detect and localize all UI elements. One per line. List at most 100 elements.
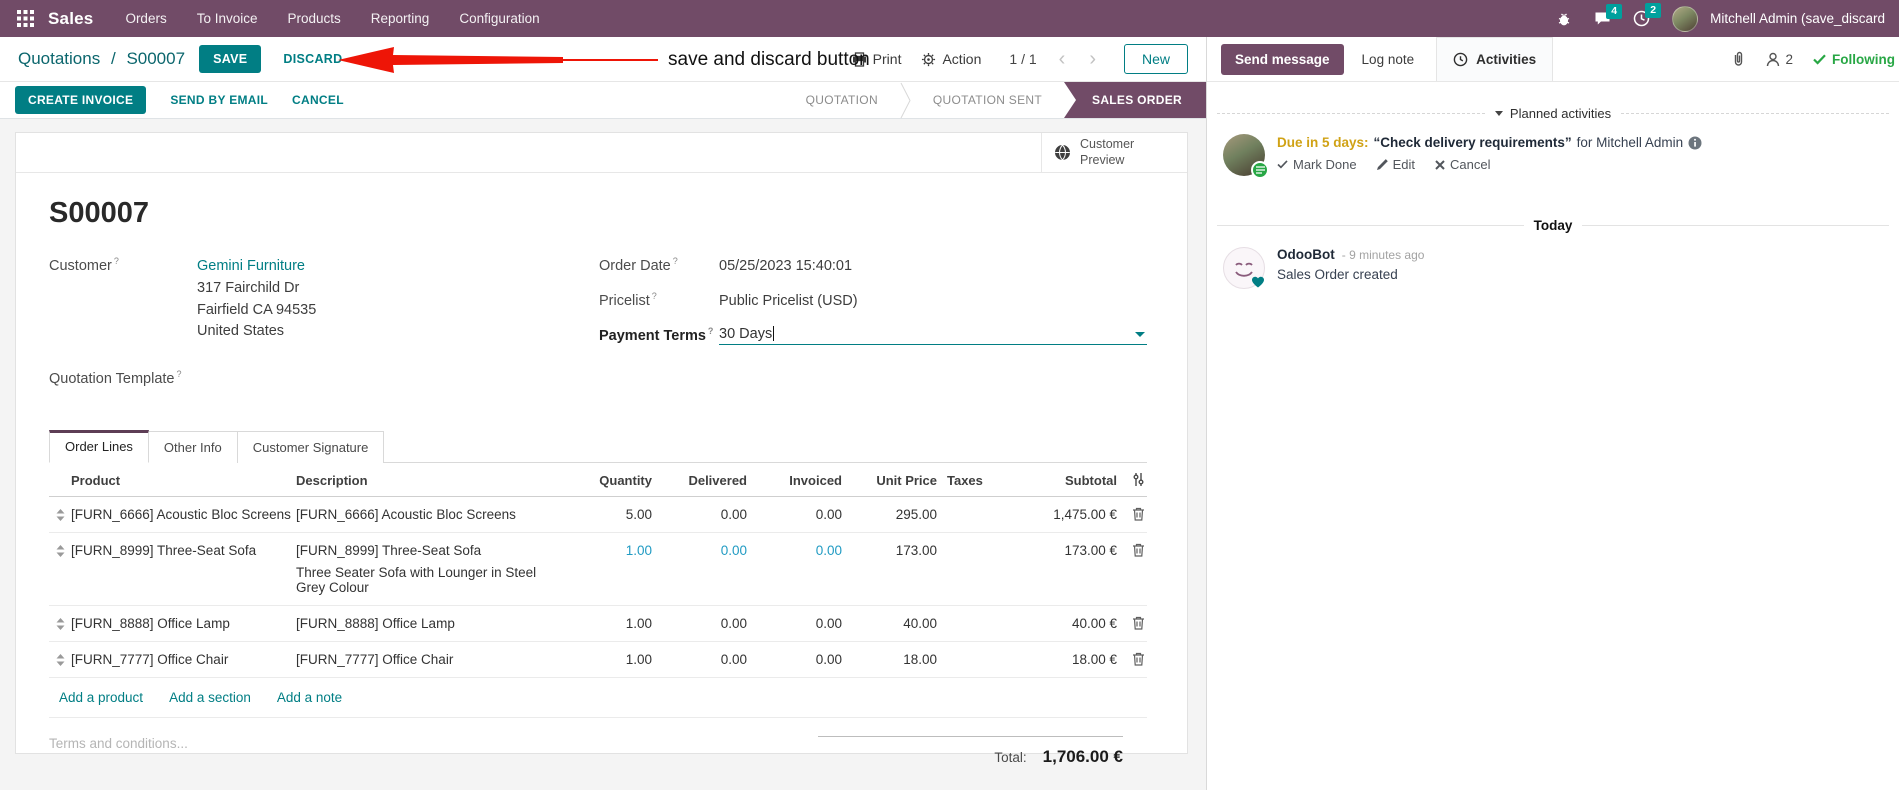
cell-unit-price[interactable]: 40.00 — [842, 616, 937, 631]
planned-activities-toggle[interactable]: Planned activities — [1494, 106, 1611, 121]
discard-button[interactable]: DISCARD — [283, 52, 342, 66]
table-row[interactable]: [FURN_8888] Office Lamp [FURN_8888] Offi… — [49, 606, 1147, 642]
cell-invoiced[interactable]: 0.00 — [747, 543, 842, 558]
activity-clock-icon[interactable]: 2 — [1633, 3, 1662, 27]
activities-tab[interactable]: Activities — [1436, 37, 1554, 81]
cell-subtotal[interactable]: 173.00 € — [999, 543, 1117, 558]
cell-quantity[interactable]: 5.00 — [562, 507, 652, 522]
cell-description[interactable]: [FURN_7777] Office Chair — [296, 652, 562, 667]
delete-row-button[interactable] — [1117, 652, 1147, 666]
cell-subtotal[interactable]: 18.00 € — [999, 652, 1117, 667]
cell-invoiced[interactable]: 0.00 — [747, 616, 842, 631]
col-taxes[interactable]: Taxes — [937, 473, 999, 488]
followers-button[interactable]: 2 — [1766, 52, 1793, 67]
cell-delivered[interactable]: 0.00 — [652, 652, 747, 667]
col-delivered[interactable]: Delivered — [652, 473, 747, 488]
drag-handle-icon[interactable] — [49, 616, 71, 630]
table-row[interactable]: [FURN_6666] Acoustic Bloc Screens [FURN_… — [49, 497, 1147, 533]
add-note-link[interactable]: Add a note — [277, 690, 342, 705]
table-row[interactable]: [FURN_7777] Office Chair [FURN_7777] Off… — [49, 642, 1147, 678]
cell-unit-price[interactable]: 295.00 — [842, 507, 937, 522]
edit-activity-button[interactable]: Edit — [1376, 157, 1415, 172]
table-row[interactable]: [FURN_8999] Three-Seat Sofa [FURN_8999] … — [49, 533, 1147, 606]
log-note-button[interactable]: Log note — [1362, 52, 1415, 67]
add-product-link[interactable]: Add a product — [59, 690, 143, 705]
app-name[interactable]: Sales — [48, 9, 93, 29]
message-author[interactable]: OdooBot — [1277, 247, 1335, 262]
col-subtotal[interactable]: Subtotal — [999, 473, 1117, 488]
cell-invoiced[interactable]: 0.00 — [747, 507, 842, 522]
pricelist-value[interactable]: Public Pricelist (USD) — [719, 291, 858, 313]
menu-configuration[interactable]: Configuration — [459, 11, 539, 26]
drag-handle-icon[interactable] — [49, 507, 71, 521]
user-name[interactable]: Mitchell Admin (save_discard — [1710, 11, 1885, 26]
add-section-link[interactable]: Add a section — [169, 690, 251, 705]
info-icon[interactable] — [1688, 136, 1702, 150]
cell-invoiced[interactable]: 0.00 — [747, 652, 842, 667]
cell-quantity[interactable]: 1.00 — [562, 543, 652, 558]
paperclip-icon[interactable] — [1731, 51, 1746, 67]
stage-sales-order[interactable]: SALES ORDER — [1064, 82, 1206, 118]
customer-link[interactable]: Gemini Furniture — [197, 256, 316, 278]
action-button[interactable]: Action — [921, 51, 981, 67]
terms-and-conditions-input[interactable]: Terms and conditions... — [49, 736, 818, 767]
cancel-button[interactable]: CANCEL — [292, 93, 344, 107]
pager-next-icon[interactable]: › — [1087, 49, 1098, 69]
cell-quantity[interactable]: 1.00 — [562, 652, 652, 667]
messages-icon[interactable]: 4 — [1594, 4, 1623, 26]
following-button[interactable]: Following — [1813, 52, 1895, 67]
cell-unit-price[interactable]: 173.00 — [842, 543, 937, 558]
customer-preview-button[interactable]: Customer Preview — [1041, 133, 1187, 172]
menu-orders[interactable]: Orders — [125, 11, 166, 26]
cell-description[interactable]: [FURN_8999] Three-Seat Sofa Three Seater… — [296, 543, 562, 595]
delete-row-button[interactable] — [1117, 616, 1147, 630]
delete-row-button[interactable] — [1117, 507, 1147, 521]
activity-avatar[interactable] — [1223, 134, 1269, 179]
delete-row-button[interactable] — [1117, 543, 1147, 557]
cell-description[interactable]: [FURN_6666] Acoustic Bloc Screens — [296, 507, 562, 522]
cell-subtotal[interactable]: 40.00 € — [999, 616, 1117, 631]
cell-product[interactable]: [FURN_8888] Office Lamp — [71, 616, 296, 631]
menu-reporting[interactable]: Reporting — [371, 11, 430, 26]
send-message-button[interactable]: Send message — [1221, 43, 1344, 75]
tab-customer-signature[interactable]: Customer Signature — [237, 430, 385, 463]
order-date-value[interactable]: 05/25/2023 15:40:01 — [719, 256, 852, 278]
drag-handle-icon[interactable] — [49, 543, 71, 557]
cell-delivered[interactable]: 0.00 — [652, 543, 747, 558]
mark-done-button[interactable]: Mark Done — [1277, 157, 1357, 172]
user-avatar[interactable] — [1672, 5, 1699, 32]
save-button[interactable]: SAVE — [199, 45, 262, 73]
menu-products[interactable]: Products — [288, 11, 341, 26]
send-by-email-button[interactable]: SEND BY EMAIL — [170, 93, 268, 107]
menu-to-invoice[interactable]: To Invoice — [197, 11, 258, 26]
drag-handle-icon[interactable] — [49, 652, 71, 666]
debug-bug-icon[interactable] — [1556, 11, 1572, 27]
cell-product[interactable]: [FURN_8999] Three-Seat Sofa — [71, 543, 296, 558]
apps-grid-icon[interactable] — [14, 8, 36, 30]
cell-subtotal[interactable]: 1,475.00 € — [999, 507, 1117, 522]
tab-order-lines[interactable]: Order Lines — [49, 429, 149, 463]
payment-terms-input[interactable]: 30 Days — [719, 326, 1147, 345]
tab-other-info[interactable]: Other Info — [148, 430, 238, 463]
cell-quantity[interactable]: 1.00 — [562, 616, 652, 631]
create-invoice-button[interactable]: CREATE INVOICE — [15, 86, 147, 114]
col-quantity[interactable]: Quantity — [562, 473, 652, 488]
cell-product[interactable]: [FURN_7777] Office Chair — [71, 652, 296, 667]
cell-delivered[interactable]: 0.00 — [652, 616, 747, 631]
breadcrumb-quotations[interactable]: Quotations — [18, 49, 100, 68]
col-unit-price[interactable]: Unit Price — [842, 473, 937, 488]
odoobot-avatar[interactable] — [1223, 247, 1265, 289]
stage-quotation[interactable]: QUOTATION — [784, 82, 900, 118]
print-button[interactable]: Print — [852, 51, 901, 67]
dropdown-caret-icon[interactable] — [1135, 331, 1145, 337]
cell-delivered[interactable]: 0.00 — [652, 507, 747, 522]
stage-quotation-sent[interactable]: QUOTATION SENT — [911, 82, 1064, 118]
col-product[interactable]: Product — [71, 473, 296, 488]
optional-columns-button[interactable] — [1117, 472, 1147, 486]
pager-previous-icon[interactable]: ‹ — [1057, 49, 1068, 69]
cancel-activity-button[interactable]: Cancel — [1435, 157, 1490, 172]
col-description[interactable]: Description — [296, 473, 562, 488]
col-invoiced[interactable]: Invoiced — [747, 473, 842, 488]
cell-description[interactable]: [FURN_8888] Office Lamp — [296, 616, 562, 631]
new-button[interactable]: New — [1123, 44, 1188, 74]
